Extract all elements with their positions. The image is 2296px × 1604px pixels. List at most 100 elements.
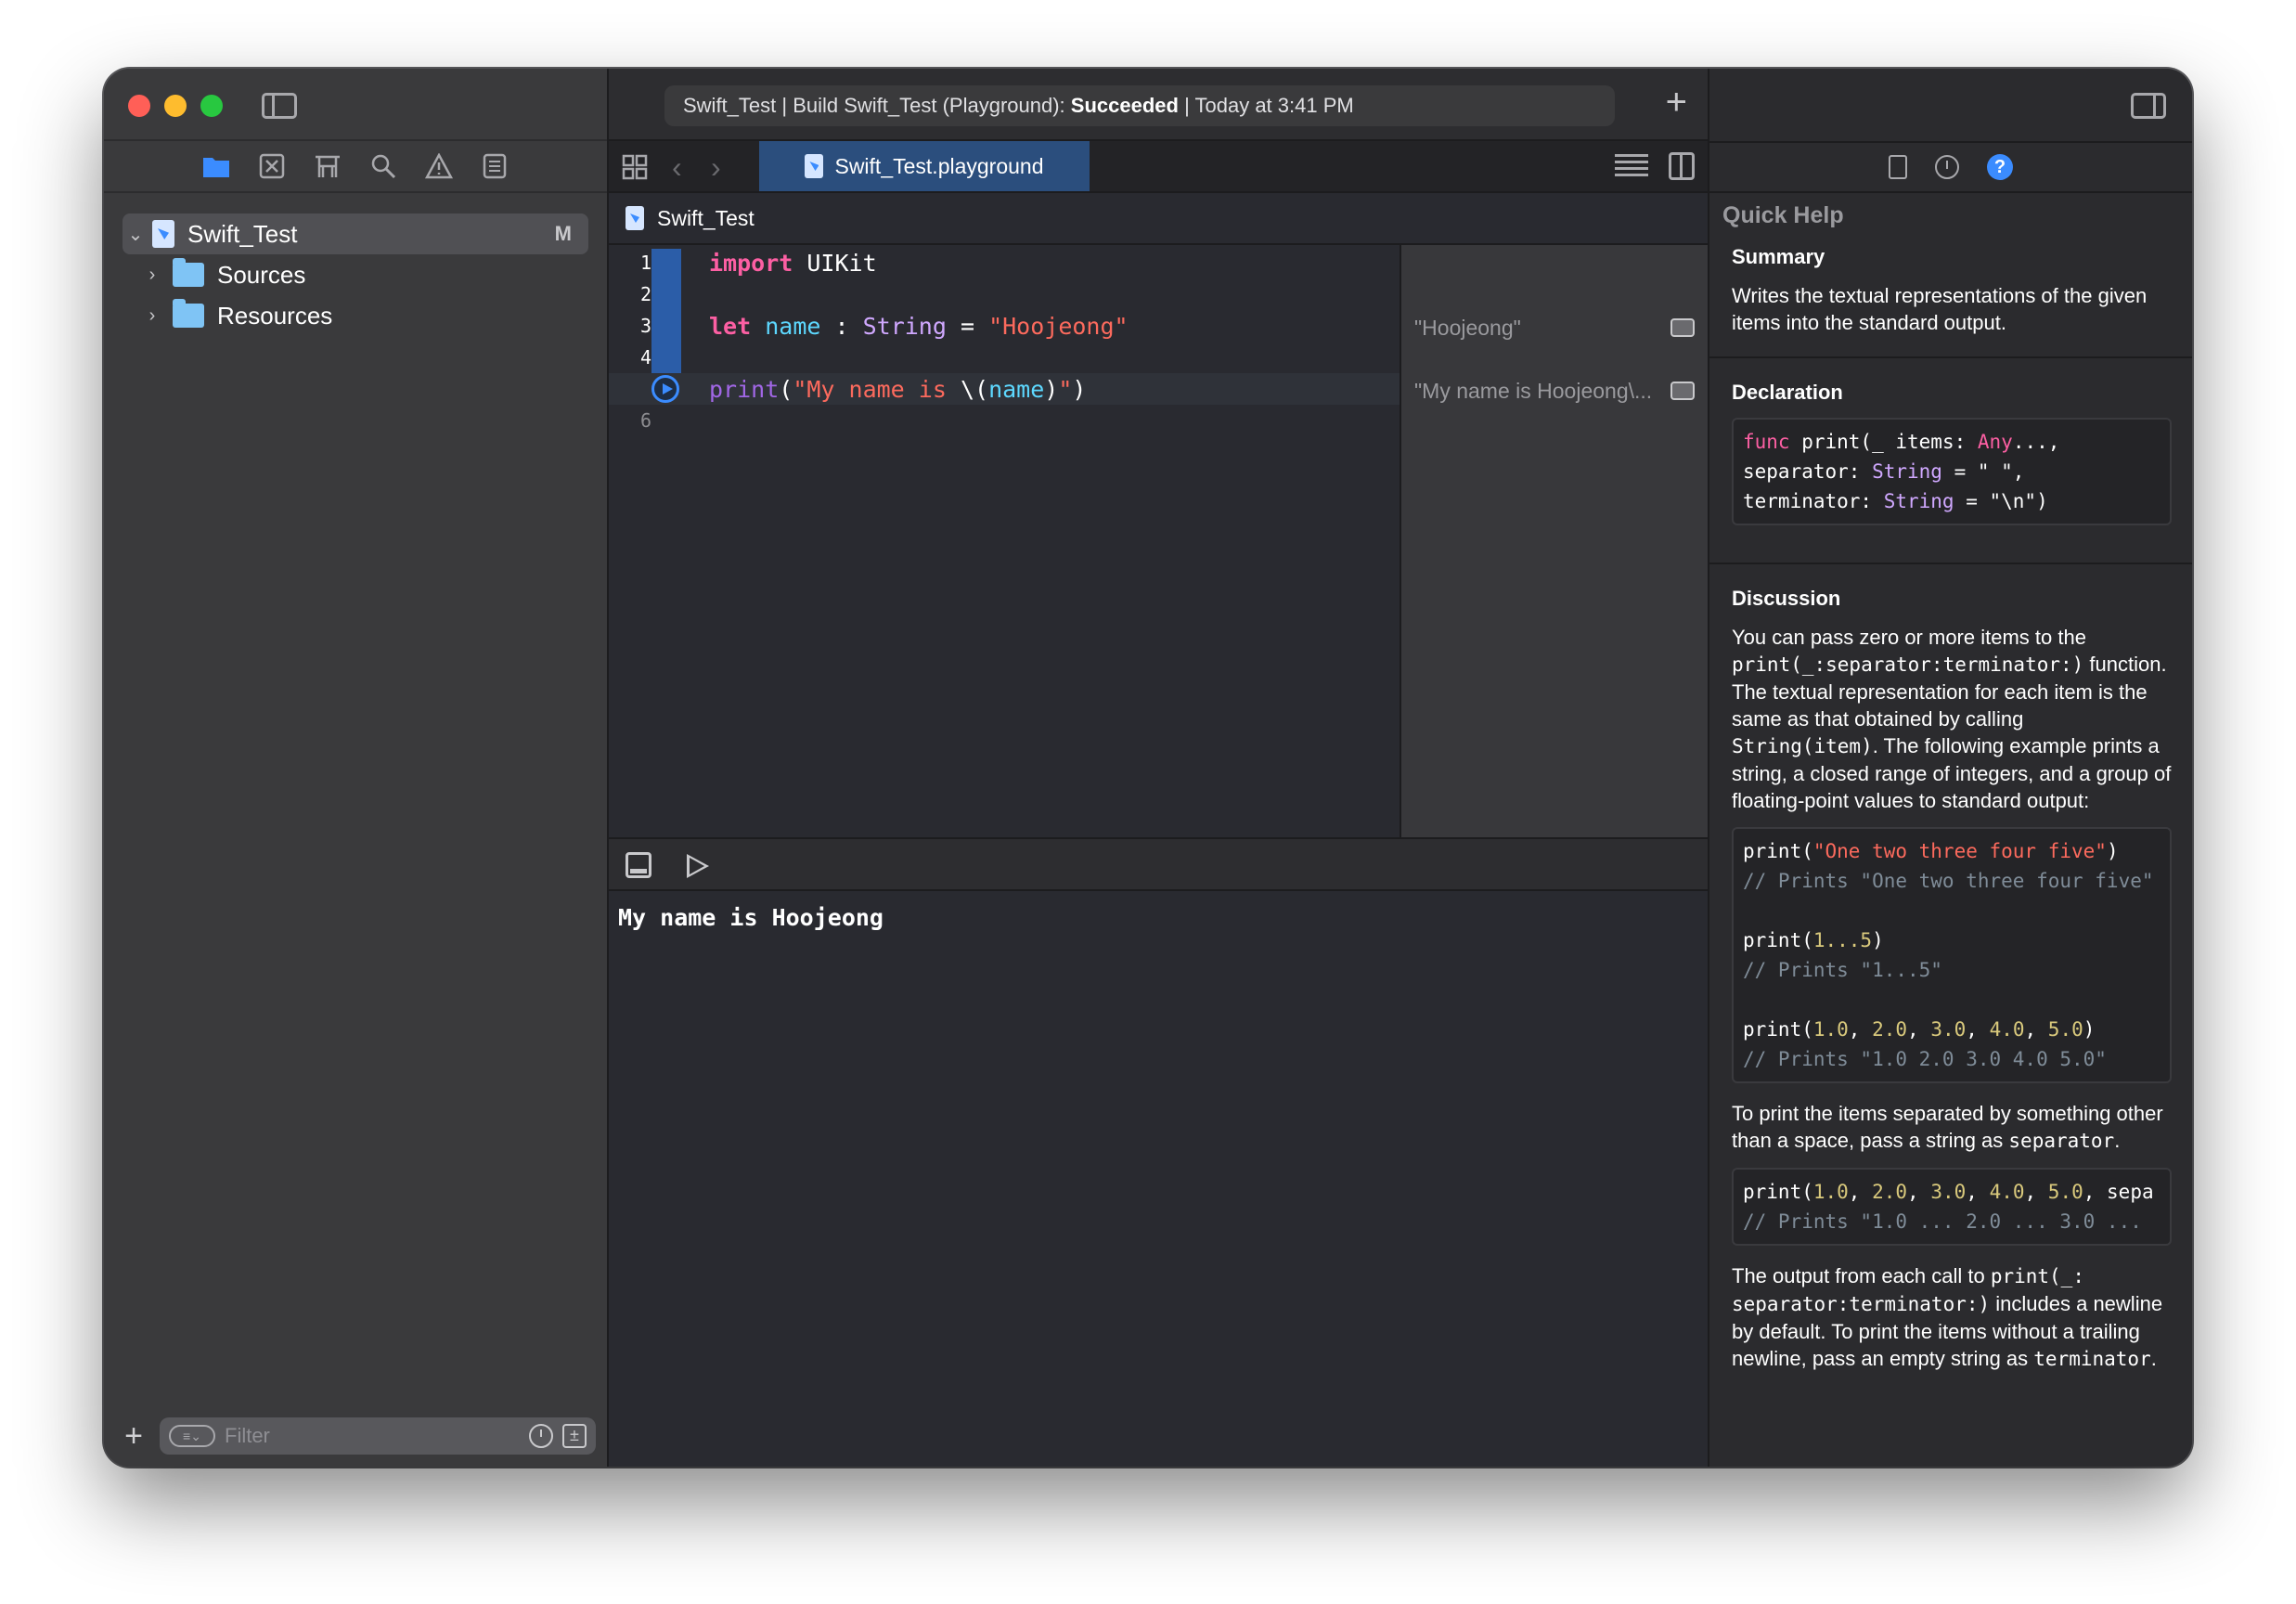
report-icon[interactable] bbox=[480, 151, 510, 181]
string-token: " bbox=[1058, 375, 1073, 403]
history-icon[interactable] bbox=[1935, 155, 1959, 179]
discussion-paragraph: To print the items separated by somethin… bbox=[1732, 1102, 2163, 1152]
breadcrumb[interactable]: Swift_Test bbox=[657, 206, 755, 231]
tree-item-label: Resources bbox=[217, 301, 333, 330]
recent-files-icon[interactable] bbox=[529, 1424, 553, 1448]
tree-item-label: Swift_Test bbox=[187, 219, 298, 248]
search-icon[interactable] bbox=[368, 151, 398, 181]
keyword-token: let bbox=[709, 312, 752, 340]
run-line-button[interactable] bbox=[651, 375, 679, 403]
result-value: "Hoojeong" bbox=[1414, 315, 1521, 340]
line-number: 2 bbox=[609, 280, 681, 316]
chevron-down-icon[interactable]: ⌄ bbox=[123, 223, 148, 246]
tab-bar: ‹ › Swift_Test.playground bbox=[609, 141, 1708, 193]
close-window-button[interactable] bbox=[128, 95, 150, 117]
line-number: 1 bbox=[609, 249, 681, 284]
string-token: "Hoojeong" bbox=[988, 312, 1129, 340]
zoom-window-button[interactable] bbox=[200, 95, 223, 117]
discussion-paragraph: The output from each call to print(_: se… bbox=[1732, 1264, 2163, 1370]
code-token: UIKit bbox=[793, 249, 877, 277]
function-token: print bbox=[709, 375, 780, 403]
discussion-paragraph: You can pass zero or more items to the p… bbox=[1732, 626, 2172, 812]
tab-label: Swift_Test.playground bbox=[834, 153, 1044, 178]
add-editor-icon[interactable] bbox=[1669, 152, 1695, 180]
quick-help-icon[interactable]: ? bbox=[1987, 154, 2013, 180]
result-row: "Hoojeong" bbox=[1414, 312, 1695, 343]
editor-options-icon[interactable] bbox=[1615, 154, 1648, 178]
jump-bar[interactable]: Swift_Test bbox=[609, 193, 1708, 245]
folder-icon[interactable] bbox=[201, 151, 231, 181]
chevron-right-icon[interactable]: › bbox=[139, 265, 165, 286]
result-row: "My name is Hoojeong\... bbox=[1414, 375, 1695, 407]
activity-view[interactable]: Swift_Test | Build Swift_Test (Playgroun… bbox=[664, 85, 1615, 126]
warning-icon[interactable] bbox=[424, 151, 454, 181]
section-heading: Discussion bbox=[1732, 587, 1841, 610]
summary-section: Summary Writes the textual representatio… bbox=[1709, 245, 2192, 358]
related-items-icon[interactable] bbox=[622, 154, 648, 180]
summary-text: Writes the textual representations of th… bbox=[1732, 284, 2148, 334]
window-controls bbox=[128, 95, 223, 117]
add-file-button[interactable]: + bbox=[115, 1418, 152, 1455]
example-code: print(1.0, 2.0, 3.0, 4.0, 5.0, sepa // P… bbox=[1732, 1168, 2172, 1246]
symbol-navigator-icon[interactable] bbox=[313, 151, 342, 181]
code-token: ) bbox=[1044, 375, 1059, 403]
code-line-4: 4 bbox=[609, 342, 1400, 379]
activity-suffix: | Today at 3:41 PM bbox=[1178, 94, 1354, 117]
show-result-icon[interactable] bbox=[1670, 382, 1695, 400]
navigator-panel: ⌄ Swift_Test M › Sources › Resources + ≡… bbox=[104, 69, 609, 1467]
hide-navigator-icon[interactable] bbox=[262, 93, 297, 119]
folder-icon bbox=[173, 299, 204, 328]
filter-options-icon[interactable]: ≡⌄ bbox=[169, 1425, 215, 1447]
navigator-tabs bbox=[104, 139, 607, 193]
tree-item-resources[interactable]: › Resources bbox=[123, 295, 588, 336]
chevron-right-icon[interactable]: › bbox=[139, 305, 165, 327]
console-output[interactable]: My name is Hoojeong bbox=[609, 891, 1708, 1467]
playground-file-icon bbox=[805, 154, 824, 178]
add-icon[interactable]: + bbox=[1666, 82, 1687, 123]
playground-file-icon bbox=[152, 220, 174, 248]
line-number: 4 bbox=[609, 343, 681, 379]
quick-help-title: Quick Help bbox=[1722, 202, 1844, 228]
navigator-footer: + ≡⌄ ± bbox=[104, 1411, 607, 1461]
back-arrow-icon[interactable]: ‹ bbox=[672, 150, 682, 185]
code-line-3: 3 let name : String = "Hoojeong" bbox=[609, 310, 1400, 347]
quick-help-content: Summary Writes the textual representatio… bbox=[1709, 245, 2192, 1416]
file-inspector-icon[interactable] bbox=[1889, 155, 1907, 179]
declaration-code: func print(_ items: Any..., separator: S… bbox=[1732, 418, 2172, 525]
minimize-window-button[interactable] bbox=[164, 95, 187, 117]
hide-inspector-icon[interactable] bbox=[2131, 93, 2166, 119]
filter-field: ≡⌄ ± bbox=[160, 1417, 596, 1455]
example-code: print("One two three four five") // Prin… bbox=[1732, 827, 2172, 1083]
section-heading: Declaration bbox=[1732, 381, 1843, 404]
filter-input[interactable] bbox=[225, 1424, 520, 1448]
show-result-icon[interactable] bbox=[1670, 318, 1695, 337]
hide-debug-area-icon[interactable] bbox=[626, 852, 651, 878]
tree-item-sources[interactable]: › Sources bbox=[123, 254, 588, 295]
tab-swift-test-playground[interactable]: Swift_Test.playground bbox=[759, 141, 1090, 191]
source-control-filter-icon[interactable]: ± bbox=[562, 1424, 587, 1448]
tree-item-swift-test[interactable]: ⌄ Swift_Test M bbox=[123, 213, 588, 254]
folder-icon bbox=[173, 258, 204, 287]
xcode-window: ⌄ Swift_Test M › Sources › Resources + ≡… bbox=[104, 69, 2192, 1467]
toolbar: Swift_Test | Build Swift_Test (Playgroun… bbox=[609, 69, 1708, 141]
playground-file-icon bbox=[626, 206, 644, 230]
code-line-6: 6 bbox=[609, 405, 1400, 436]
variable-token: name bbox=[765, 312, 821, 340]
line-number: 6 bbox=[639, 409, 651, 432]
string-token: "My name is bbox=[793, 375, 961, 403]
keyword-token: import bbox=[709, 249, 793, 277]
source-control-icon[interactable] bbox=[257, 151, 287, 181]
line-number: 3 bbox=[609, 312, 681, 347]
inspector-tabs: ? bbox=[1709, 141, 2192, 193]
source-editor[interactable]: 1 import UIKit 2 3 let name : String = "… bbox=[609, 245, 1400, 837]
code-line-5: print("My name is \(name)") bbox=[609, 373, 1400, 405]
variable-token: name bbox=[988, 375, 1045, 403]
project-tree: ⌄ Swift_Test M › Sources › Resources bbox=[123, 213, 588, 336]
activity-prefix: Swift_Test | Build Swift_Test (Playgroun… bbox=[683, 94, 1071, 117]
forward-arrow-icon[interactable]: › bbox=[711, 150, 721, 185]
play-icon[interactable] bbox=[687, 854, 709, 878]
code-token: = bbox=[946, 312, 989, 340]
inspector-panel: ? Quick Help Summary Writes the textual … bbox=[1708, 69, 2192, 1467]
section-heading: Summary bbox=[1732, 245, 1825, 268]
code-token: ) bbox=[1072, 375, 1087, 403]
